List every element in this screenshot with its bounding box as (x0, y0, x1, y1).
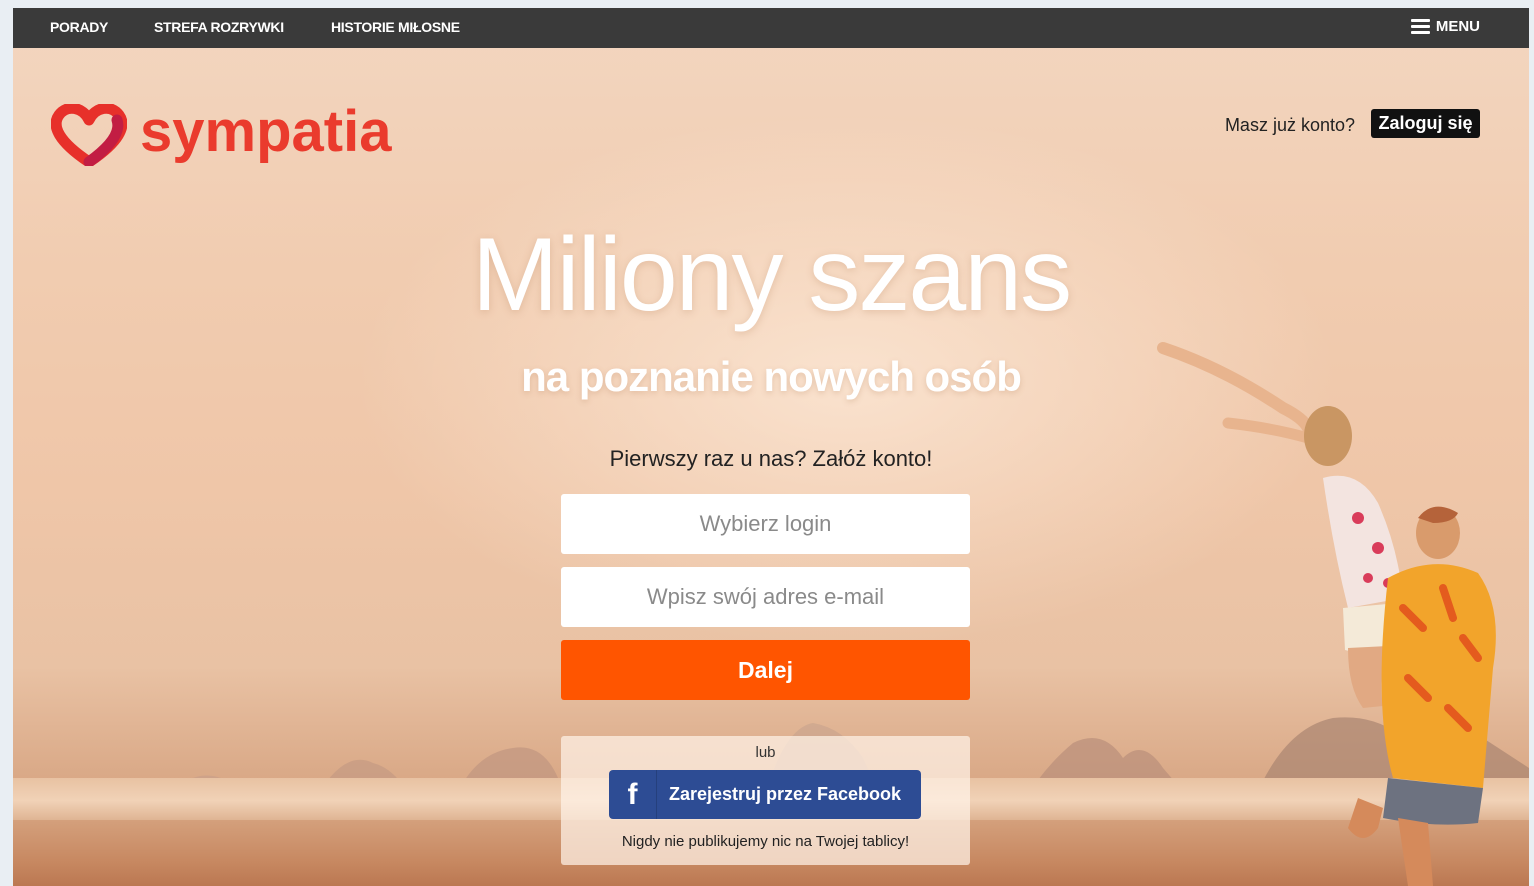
email-input[interactable] (561, 567, 970, 627)
signup-title: Pierwszy raz u nas? Załóż konto! (609, 446, 933, 471)
sympatia-logo[interactable]: sympatia (51, 99, 392, 166)
hero-subheadline: na poznanie nowych osób (521, 353, 1022, 400)
facebook-privacy-note: Nigdy nie publikujemy nic na Twojej tabl… (621, 833, 910, 850)
couple-photo (1157, 342, 1496, 886)
login-input[interactable] (561, 494, 970, 554)
nav-item-porady[interactable]: PORADY (50, 19, 108, 35)
next-button[interactable]: Dalej (561, 640, 970, 700)
page-frame: PORADY STREFA ROZRYWKI HISTORIE MIŁOSNE … (13, 8, 1529, 886)
or-separator: lub (755, 744, 776, 761)
hero-headline: Miliony szans (471, 217, 1072, 333)
login-button[interactable]: Zaloguj się (1371, 109, 1480, 138)
menu-button[interactable]: MENU (1410, 18, 1480, 35)
logo-wordmark: sympatia (140, 99, 392, 164)
facebook-button-label: Zarejestruj przez Facebook (668, 784, 902, 804)
top-navigation-bar: PORADY STREFA ROZRYWKI HISTORIE MIŁOSNE … (13, 8, 1529, 48)
heart-logo-icon (51, 104, 127, 166)
nav-item-historie-milosne[interactable]: HISTORIE MIŁOSNE (331, 19, 460, 35)
facebook-icon: f (609, 770, 657, 819)
nav-item-strefa-rozrywki[interactable]: STREFA ROZRYWKI (154, 19, 284, 35)
existing-account-prompt: Masz już konto? (1224, 115, 1355, 135)
facebook-signup-panel: lub f Zarejestruj przez Facebook Nigdy n… (561, 736, 970, 865)
menu-label: MENU (1435, 18, 1480, 35)
hamburger-icon (1410, 19, 1430, 34)
facebook-signup-button[interactable]: f Zarejestruj przez Facebook (609, 770, 921, 819)
